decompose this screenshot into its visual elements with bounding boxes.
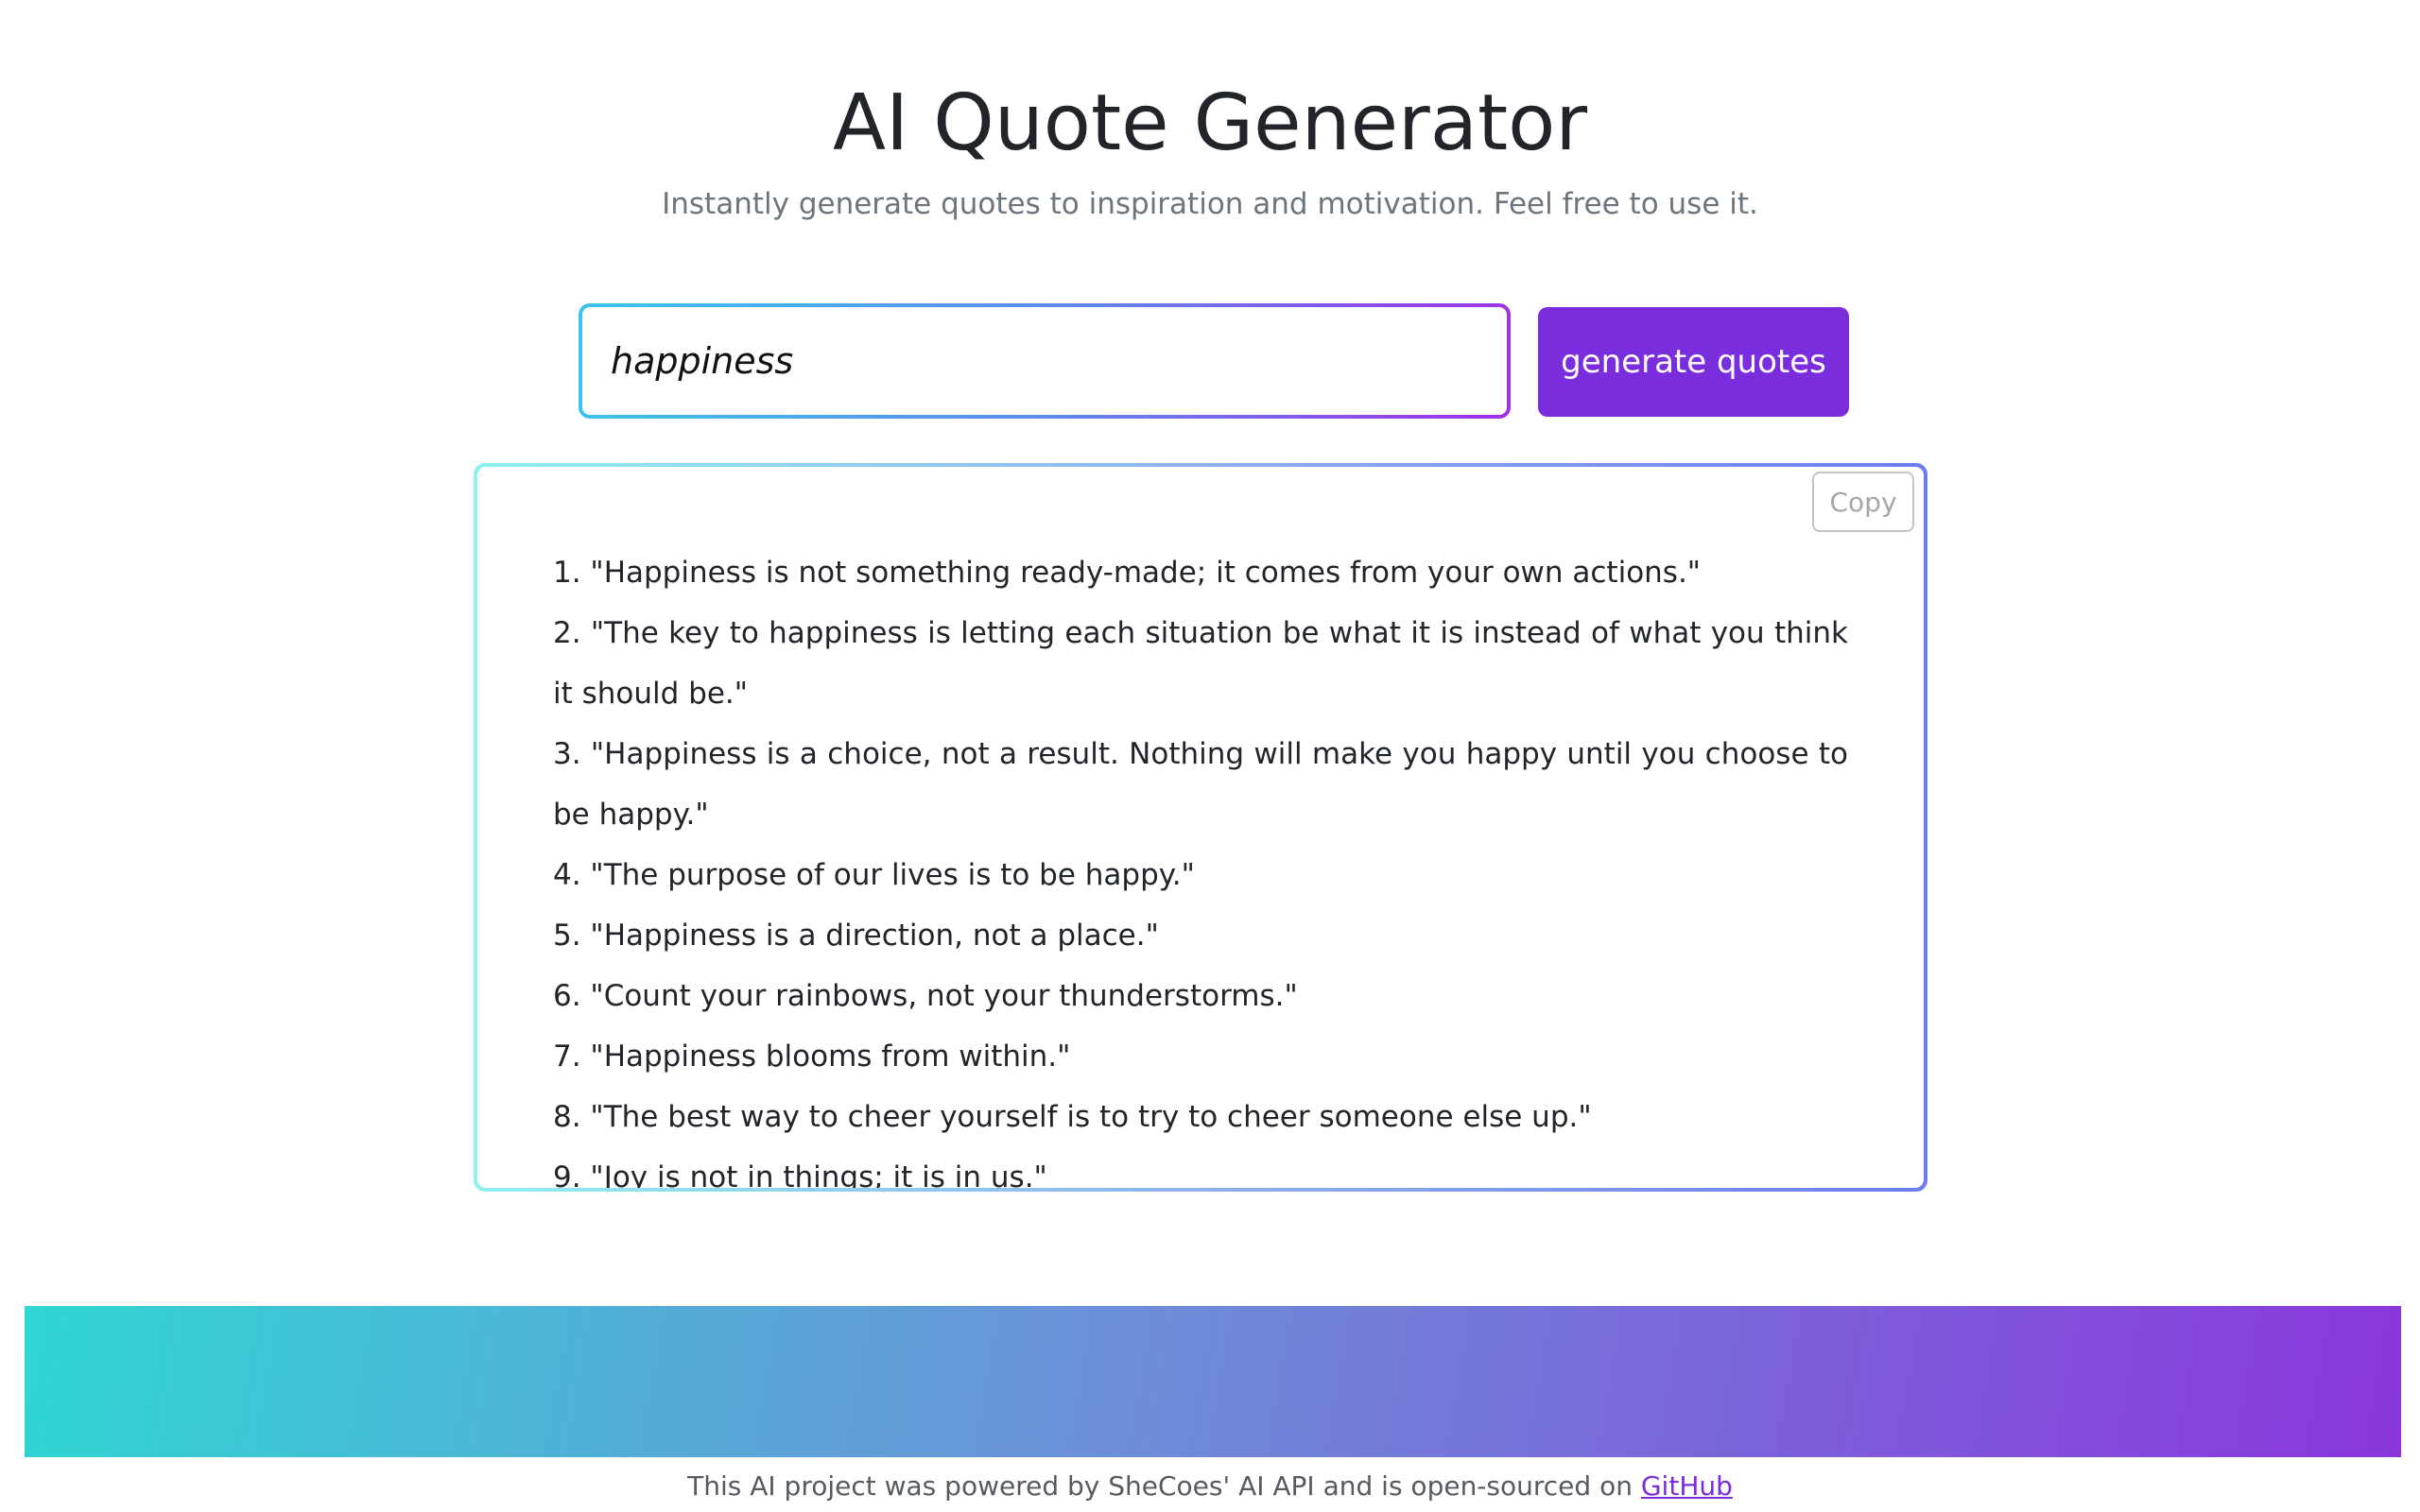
quote-item: 2. "The key to happiness is letting each… bbox=[553, 616, 1848, 711]
page-subtitle: Instantly generate quotes to inspiration… bbox=[662, 187, 1758, 221]
search-input-frame bbox=[579, 303, 1511, 419]
footer-credit: This AI project was powered by SheCoes' … bbox=[0, 1470, 2420, 1502]
quote-item: 9. "Joy is not in things; it is in us." bbox=[553, 1160, 1047, 1188]
page: AI Quote Generator Instantly generate qu… bbox=[0, 0, 2420, 1512]
quote-item: 8. "The best way to cheer yourself is to… bbox=[553, 1100, 1592, 1134]
quote-item: 1. "Happiness is not something ready-mad… bbox=[553, 556, 1702, 590]
github-link[interactable]: GitHub bbox=[1641, 1470, 1733, 1502]
quote-item: 3. "Happiness is a choice, not a result.… bbox=[553, 737, 1848, 832]
page-title: AI Quote Generator bbox=[832, 78, 1588, 168]
quote-item: 6. "Count your rainbows, not your thunde… bbox=[553, 979, 1298, 1013]
copy-button[interactable]: Copy bbox=[1812, 472, 1914, 532]
quote-item: 5. "Happiness is a direction, not a plac… bbox=[553, 919, 1159, 953]
topic-input[interactable] bbox=[582, 307, 1507, 415]
quote-list: 1. "Happiness is not something ready-mad… bbox=[553, 542, 1848, 1188]
footer-credit-text: This AI project was powered by SheCoes' … bbox=[687, 1470, 1641, 1502]
results-frame: Copy 1. "Happiness is not something read… bbox=[474, 463, 1927, 1192]
quote-item: 4. "The purpose of our lives is to be ha… bbox=[553, 858, 1195, 892]
quote-item: 7. "Happiness blooms from within." bbox=[553, 1040, 1071, 1074]
generate-quotes-button[interactable]: generate quotes bbox=[1538, 307, 1849, 417]
results-panel: Copy 1. "Happiness is not something read… bbox=[477, 467, 1924, 1188]
footer-gradient-band bbox=[25, 1306, 2401, 1457]
